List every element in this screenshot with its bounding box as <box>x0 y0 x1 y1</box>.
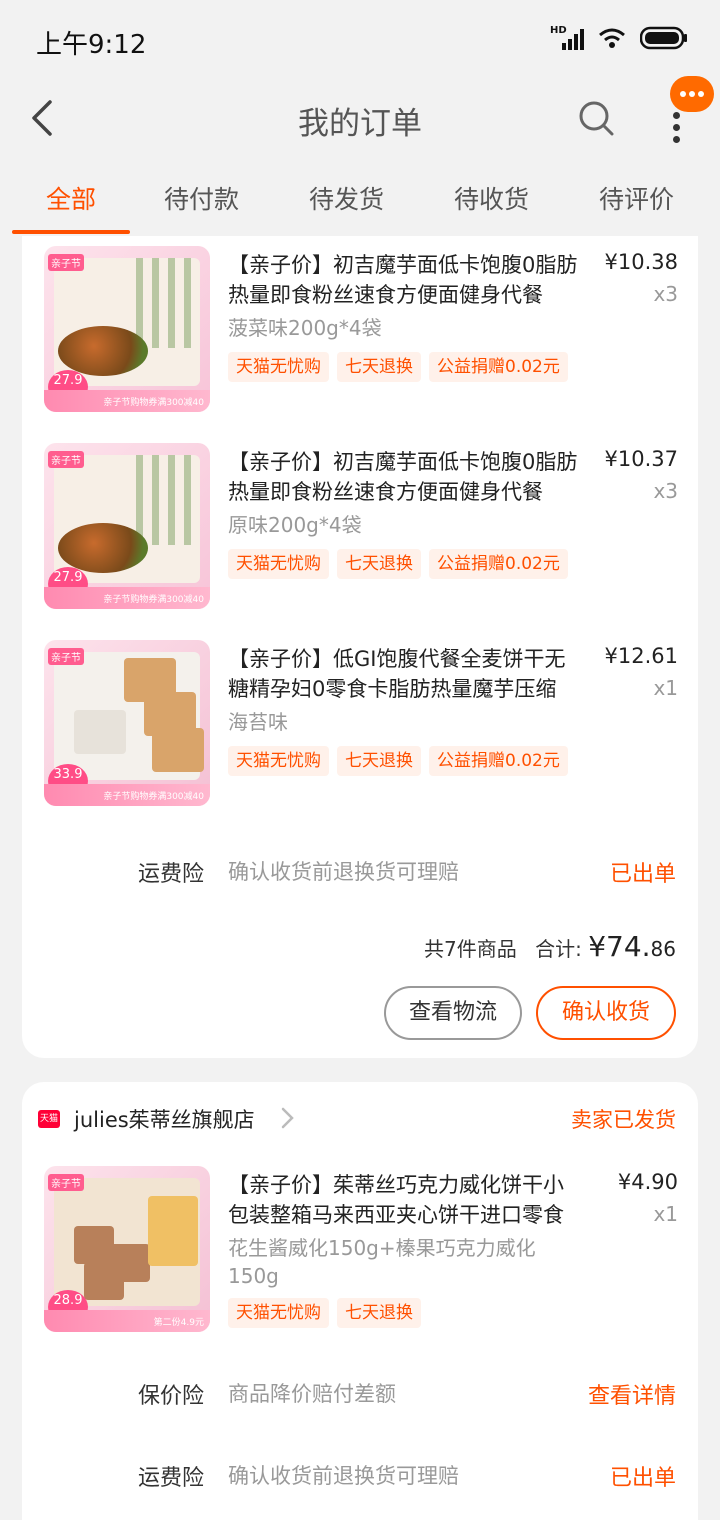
search-icon <box>579 101 614 136</box>
more-icon <box>673 112 680 119</box>
service-badge: 天猫无忧购 <box>228 1298 329 1328</box>
item-count: 共7件商品 <box>423 937 517 961</box>
product-price: ¥10.38 <box>604 250 678 274</box>
service-badge: 公益捐赠0.02元 <box>429 549 568 579</box>
order-item[interactable]: 亲子节 28.9 第二份4.9元 【亲子价】茱蒂丝巧克力威化饼干小包装整箱马来西… <box>22 1156 698 1332</box>
product-title[interactable]: 【亲子价】低GI饱腹代餐全麦饼干无糖精孕妇0零食卡脂肪热量魔芋压缩 <box>228 644 578 704</box>
service-badge: 七天退换 <box>337 549 421 579</box>
shipping-insurance-desc: 确认收货前退换货可理赔 <box>228 860 459 884</box>
status-icons: HD <box>550 25 688 54</box>
service-badge: 七天退换 <box>337 746 421 776</box>
product-spec: 花生酱威化150g+榛果巧克力威化150g <box>228 1236 536 1288</box>
product-title[interactable]: 【亲子价】茱蒂丝巧克力威化饼干小包装整箱马来西亚夹心饼干进口零食 <box>228 1170 578 1230</box>
shipping-insurance-label: 运费险 <box>138 1466 205 1491</box>
service-badge: 公益捐赠0.02元 <box>429 352 568 382</box>
confirm-receipt-button[interactable]: 确认收货 <box>536 986 676 1040</box>
order-tabs: 全部 待付款 待发货 待收货 待评价 <box>0 166 720 236</box>
product-quantity: x1 <box>653 1202 678 1226</box>
product-price: ¥4.90 <box>617 1170 678 1194</box>
total-label: 合计: <box>535 937 582 961</box>
product-thumbnail[interactable]: 亲子节 28.9 第二份4.9元 <box>44 1166 210 1332</box>
order-item[interactable]: 亲子节 33.9 亲子节购物券满300减40 【亲子价】低GI饱腹代餐全麦饼干无… <box>22 630 698 806</box>
tmall-icon: 天猫 <box>38 1110 60 1128</box>
product-thumbnail[interactable]: 亲子节 33.9 亲子节购物券满300减40 <box>44 640 210 806</box>
service-badge: 七天退换 <box>337 352 421 382</box>
tab-pending-payment[interactable]: 待付款 <box>164 180 239 216</box>
status-time: 上午9:12 <box>36 30 147 60</box>
shop-name[interactable]: julies茱蒂丝旗舰店 <box>74 1104 255 1134</box>
view-details-link[interactable]: 查看详情 <box>588 1378 676 1410</box>
product-spec: 原味200g*4袋 <box>228 513 362 537</box>
product-spec: 菠菜味200g*4袋 <box>228 316 382 340</box>
tab-pending-review[interactable]: 待评价 <box>599 180 674 216</box>
service-badges: 天猫无忧购 七天退换 公益捐赠0.02元 <box>228 352 568 382</box>
nav-bar: 我的订单 <box>0 80 720 156</box>
product-quantity: x1 <box>653 676 678 700</box>
tab-pending-shipment[interactable]: 待发货 <box>309 180 384 216</box>
service-badge: 天猫无忧购 <box>228 549 329 579</box>
product-spec: 海苔味 <box>228 710 288 734</box>
view-logistics-button[interactable]: 查看物流 <box>384 986 522 1040</box>
shipping-insurance-desc: 确认收货前退换货可理赔 <box>228 1464 459 1488</box>
price-protection-desc: 商品降价赔付差额 <box>228 1382 396 1406</box>
tab-active-indicator <box>12 230 130 234</box>
product-thumbnail[interactable]: 亲子节 27.9 亲子节购物券满300减40 <box>44 443 210 609</box>
service-badges: 天猫无忧购 七天退换 公益捐赠0.02元 <box>228 746 568 776</box>
product-quantity: x3 <box>653 282 678 306</box>
service-badges: 天猫无忧购 七天退换 公益捐赠0.02元 <box>228 549 568 579</box>
product-price: ¥10.37 <box>604 447 678 471</box>
tab-all[interactable]: 全部 <box>46 180 96 216</box>
product-thumbnail[interactable]: 亲子节 27.9 亲子节购物券满300减40 <box>44 246 210 412</box>
battery-icon <box>639 26 688 54</box>
product-quantity: x3 <box>653 479 678 503</box>
product-title[interactable]: 【亲子价】初吉魔芋面低卡饱腹0脂肪热量即食粉丝速食方便面健身代餐 <box>228 447 578 507</box>
message-bubble-icon[interactable] <box>670 76 714 112</box>
price-protection-label: 保价险 <box>138 1384 205 1409</box>
service-badge: 公益捐赠0.02元 <box>429 746 568 776</box>
service-badge: 天猫无忧购 <box>228 746 329 776</box>
total-currency: ¥ <box>588 930 607 963</box>
order-card: 天猫 julies茱蒂丝旗舰店 卖家已发货 亲子节 28.9 第二份4.9元 【… <box>22 1082 698 1520</box>
signal-icon: HD <box>550 25 584 51</box>
order-status: 卖家已发货 <box>571 1108 676 1132</box>
status-bar: 上午9:12 HD <box>0 0 720 80</box>
service-badge: 天猫无忧购 <box>228 352 329 382</box>
order-total: 共7件商品 合计: ¥74.86 <box>424 930 676 963</box>
product-title[interactable]: 【亲子价】初吉魔芋面低卡饱腹0脂肪热量即食粉丝速食方便面健身代餐 <box>228 250 578 310</box>
shipping-insurance-status[interactable]: 已出单 <box>610 856 676 888</box>
total-amount-decimal: 86 <box>650 937 676 961</box>
shipping-insurance-status[interactable]: 已出单 <box>610 1460 676 1492</box>
order-item[interactable]: 亲子节 27.9 亲子节购物券满300减40 【亲子价】初吉魔芋面低卡饱腹0脂肪… <box>22 433 698 609</box>
chevron-right-icon[interactable] <box>280 1106 296 1130</box>
shipping-insurance-label: 运费险 <box>138 862 205 887</box>
wifi-icon <box>598 27 626 53</box>
product-price: ¥12.61 <box>604 644 678 668</box>
service-badges: 天猫无忧购 七天退换 <box>228 1298 421 1328</box>
service-badge: 七天退换 <box>337 1298 421 1328</box>
order-item[interactable]: 亲子节 27.9 亲子节购物券满300减40 【亲子价】初吉魔芋面低卡饱腹0脂肪… <box>22 236 698 412</box>
search-button[interactable] <box>576 98 616 138</box>
total-amount: 74. <box>606 930 651 963</box>
order-card: 亲子节 27.9 亲子节购物券满300减40 【亲子价】初吉魔芋面低卡饱腹0脂肪… <box>22 236 698 1058</box>
tab-pending-receipt[interactable]: 待收货 <box>454 180 529 216</box>
